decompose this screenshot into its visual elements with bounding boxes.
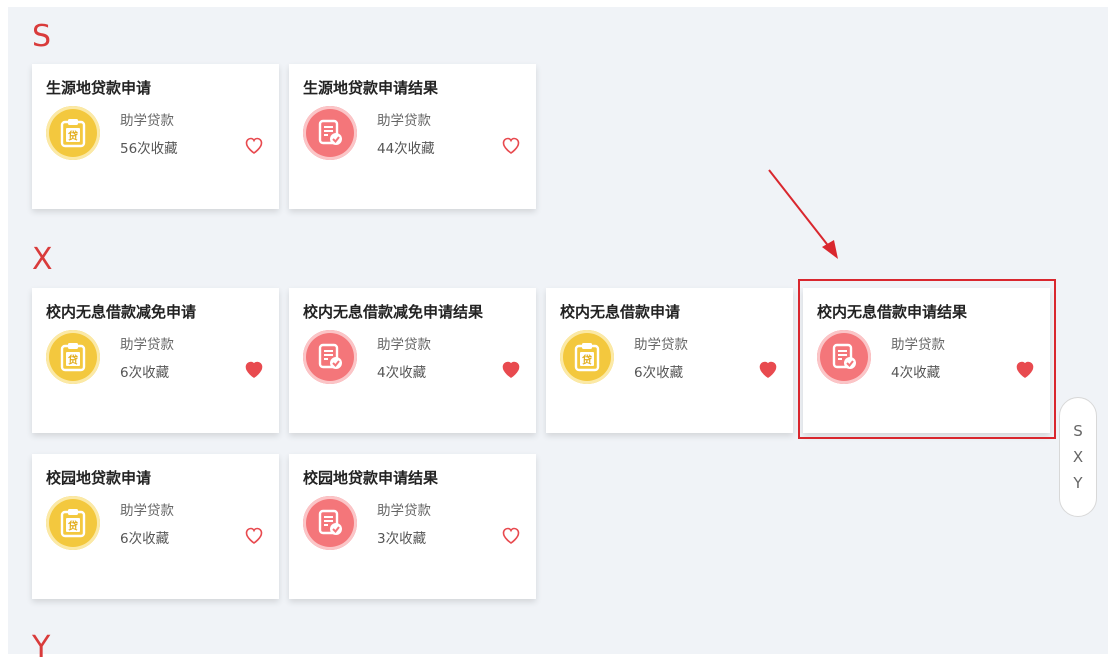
favorite-count: 4次收藏 [891, 365, 941, 381]
heart-outline-icon[interactable] [502, 137, 520, 155]
index-nav-item-y[interactable]: Y [1073, 470, 1082, 496]
card-title: 校内无息借款申请结果 [817, 303, 968, 321]
index-nav-item-s[interactable]: S [1073, 418, 1083, 444]
svg-text:贷: 贷 [67, 354, 78, 367]
favorite-count: 3次收藏 [377, 531, 427, 547]
loan-clipboard-icon: 贷 [46, 106, 100, 160]
card-category: 助学贷款 [120, 113, 174, 129]
card-title: 生源地贷款申请 [46, 79, 152, 97]
heart-filled-icon[interactable] [1016, 361, 1034, 379]
loan-clipboard-icon: 贷 [46, 496, 100, 550]
card-category: 助学贷款 [120, 337, 174, 353]
result-document-icon [303, 496, 357, 550]
favorite-count: 44次收藏 [377, 141, 435, 157]
svg-text:贷: 贷 [581, 354, 592, 367]
index-nav-item-x[interactable]: X [1073, 444, 1083, 470]
service-card[interactable]: 校内无息借款申请结果助学贷款 4次收藏 [803, 288, 1050, 433]
result-document-icon [303, 106, 357, 160]
favorite-count: 4次收藏 [377, 365, 427, 381]
section-letter-y: Y [32, 630, 51, 665]
card-title: 生源地贷款申请结果 [303, 79, 439, 97]
heart-filled-icon[interactable] [502, 361, 520, 379]
card-category: 助学贷款 [634, 337, 688, 353]
service-card[interactable]: 校内无息借款减免申请贷 助学贷款 6次收藏 [32, 288, 279, 433]
card-category: 助学贷款 [377, 503, 431, 519]
favorite-count: 6次收藏 [120, 365, 170, 381]
card-title: 校内无息借款减免申请 [46, 303, 197, 321]
service-card[interactable]: 校园地贷款申请结果助学贷款 3次收藏 [289, 454, 536, 599]
loan-clipboard-icon: 贷 [46, 330, 100, 384]
heart-filled-icon[interactable] [245, 361, 263, 379]
favorite-count: 56次收藏 [120, 141, 178, 157]
index-nav: S X Y [1059, 397, 1097, 517]
result-document-icon [303, 330, 357, 384]
service-card[interactable]: 校内无息借款减免申请结果助学贷款 4次收藏 [289, 288, 536, 433]
service-card[interactable]: 生源地贷款申请结果助学贷款 44次收藏 [289, 64, 536, 209]
card-category: 助学贷款 [377, 337, 431, 353]
svg-text:贷: 贷 [67, 520, 78, 533]
service-card[interactable]: 校内无息借款申请贷 助学贷款 6次收藏 [546, 288, 793, 433]
section-letter-x: X [32, 242, 53, 277]
service-card[interactable]: 生源地贷款申请贷 助学贷款 56次收藏 [32, 64, 279, 209]
section-letter-s: S [32, 19, 52, 54]
favorite-count: 6次收藏 [120, 531, 170, 547]
favorite-count: 6次收藏 [634, 365, 684, 381]
card-title: 校内无息借款减免申请结果 [303, 303, 484, 321]
loan-clipboard-icon: 贷 [560, 330, 614, 384]
card-category: 助学贷款 [120, 503, 174, 519]
card-title: 校园地贷款申请结果 [303, 469, 439, 487]
heart-outline-icon[interactable] [245, 137, 263, 155]
card-category: 助学贷款 [891, 337, 945, 353]
heart-filled-icon[interactable] [759, 361, 777, 379]
result-document-icon [817, 330, 871, 384]
card-title: 校内无息借款申请 [560, 303, 681, 321]
svg-text:贷: 贷 [67, 130, 78, 143]
heart-outline-icon[interactable] [245, 527, 263, 545]
card-category: 助学贷款 [377, 113, 431, 129]
heart-outline-icon[interactable] [502, 527, 520, 545]
service-card[interactable]: 校园地贷款申请贷 助学贷款 6次收藏 [32, 454, 279, 599]
card-title: 校园地贷款申请 [46, 469, 152, 487]
